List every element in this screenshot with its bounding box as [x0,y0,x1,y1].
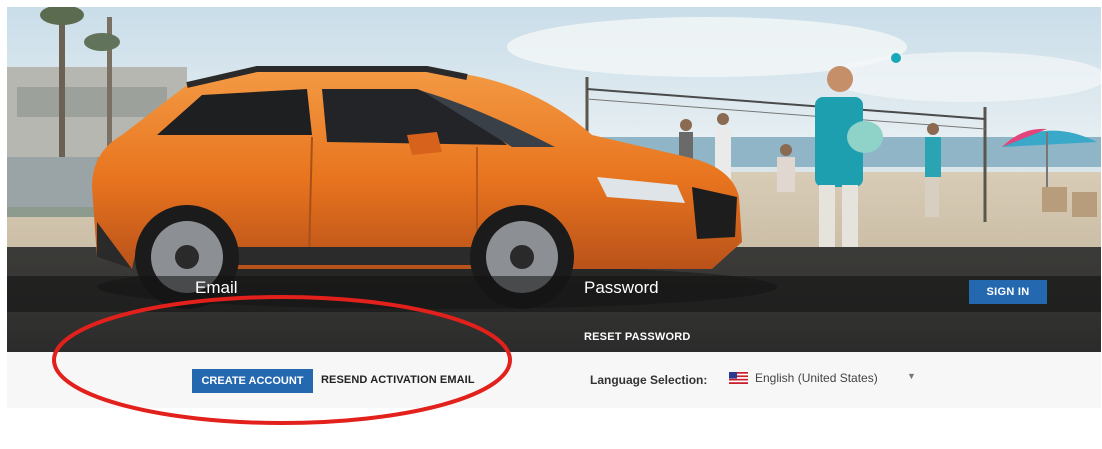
create-account-button[interactable]: CREATE ACCOUNT [192,369,313,393]
reset-password-link[interactable]: RESET PASSWORD [584,331,691,343]
login-page: Email Password SIGN IN RESET PASSWORD CR… [0,0,1102,449]
login-bar: Email Password SIGN IN [7,276,1101,308]
email-field[interactable] [187,279,561,305]
resend-activation-link[interactable]: RESEND ACTIVATION EMAIL [321,374,475,386]
password-field[interactable] [577,279,966,305]
language-select[interactable]: English (United States) ▼ [727,367,927,391]
us-flag-icon [729,372,748,384]
account-bar: CREATE ACCOUNT RESEND ACTIVATION EMAIL L… [7,352,1101,408]
language-selected-value: English (United States) [755,371,878,385]
chevron-down-icon: ▼ [907,371,916,381]
sign-in-button[interactable]: SIGN IN [969,280,1047,304]
language-label: Language Selection: [590,373,708,387]
